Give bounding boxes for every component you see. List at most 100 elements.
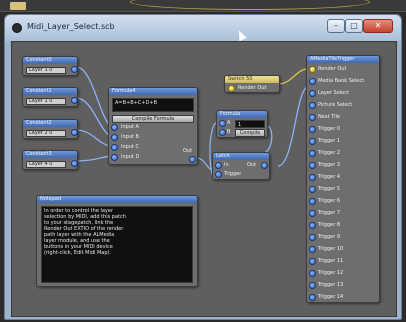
latch-trigger-label: Trigger: [224, 171, 242, 177]
latch-out-port[interactable]: [261, 162, 268, 169]
constant-output-port[interactable]: [71, 129, 78, 136]
input-b-port[interactable]: [111, 134, 118, 141]
trigger-port-label: Trigger 13: [318, 282, 344, 288]
trigger-node-title[interactable]: AMediaTileTrigger: [307, 56, 379, 63]
latch-in-port[interactable]: [215, 162, 222, 169]
notepad-line: (right-click, Edit Midi Map).: [44, 250, 112, 256]
trigger-port-label: Trigger 6: [318, 198, 341, 204]
constant-value-field[interactable]: Layer 1 0: [26, 67, 66, 74]
compile-button[interactable]: Compile: [235, 129, 265, 137]
trigger-port-label: Trigger 7: [318, 210, 341, 216]
formula-small-node[interactable]: Formula A 1 B Compile: [216, 110, 268, 138]
trigger-port-label: Layer Select: [318, 90, 349, 96]
constant-node[interactable]: Constant3 Layer 4 0: [22, 150, 78, 170]
window-title: Midi_Layer_Select.scb: [27, 22, 115, 31]
constant-value-field[interactable]: Layer 2 0: [26, 130, 66, 137]
trigger-port-label: Picture Select: [318, 102, 353, 108]
constant-node-title[interactable]: Constant0: [23, 57, 77, 64]
formula-out-label: Out: [183, 148, 193, 154]
notepad-node[interactable]: Notepad In order to control the layer se…: [36, 195, 198, 287]
input-a-label: A: [227, 120, 231, 126]
formula-output-port[interactable]: [189, 156, 196, 163]
trigger-port[interactable]: [309, 186, 316, 193]
wire-constant3: [75, 155, 111, 162]
formula-small-title[interactable]: Formula: [217, 111, 267, 118]
background-strip: [0, 0, 406, 12]
trigger-port[interactable]: [309, 90, 316, 97]
trigger-port-label: Trigger 10: [318, 246, 344, 252]
formula-node-title[interactable]: Formula4: [109, 88, 197, 95]
constant-node-title[interactable]: Constant2: [23, 120, 77, 127]
trigger-port-label: Render Out: [318, 66, 347, 72]
trigger-port-label: Trigger 5: [318, 186, 341, 192]
trigger-port[interactable]: [309, 66, 316, 73]
trigger-port-label: Trigger 8: [318, 222, 341, 228]
maximize-button[interactable]: □: [345, 19, 363, 33]
title-bar[interactable]: Midi_Layer_Select.scb – □ ✕: [5, 15, 401, 41]
trigger-port[interactable]: [309, 138, 316, 145]
trigger-port[interactable]: [309, 234, 316, 241]
trigger-port[interactable]: [309, 174, 316, 181]
switch-node-title[interactable]: Switch 50: [225, 76, 279, 83]
input-a-port[interactable]: [111, 124, 118, 131]
render-out-port[interactable]: [228, 85, 235, 92]
trigger-port[interactable]: [309, 114, 316, 121]
render-out-label: Render Out: [238, 85, 267, 91]
trigger-port[interactable]: [309, 198, 316, 205]
formula-expression-field[interactable]: A=B+B+C+D+B: [112, 98, 194, 112]
trigger-port[interactable]: [309, 222, 316, 229]
switch-node[interactable]: Switch 50 Render Out: [224, 75, 280, 93]
constant-node-title[interactable]: Constant3: [23, 151, 77, 158]
constant-node[interactable]: Constant1 Layer 1 0: [22, 87, 78, 107]
background-ring: [130, 0, 370, 10]
input-d-label: Input D: [121, 154, 140, 160]
wire-constant0: [75, 66, 111, 127]
trigger-port-label: Media Bank Select: [318, 78, 365, 84]
app-icon: [12, 23, 22, 33]
compile-formula-button[interactable]: Compile Formula: [112, 115, 194, 123]
patch-window: Midi_Layer_Select.scb – □ ✕ Constant0 La…: [4, 14, 402, 320]
input-a-port[interactable]: [219, 120, 226, 127]
latch-trigger-port[interactable]: [215, 171, 222, 178]
trigger-port[interactable]: [309, 150, 316, 157]
notepad-node-title[interactable]: Notepad: [37, 196, 197, 203]
minimize-button[interactable]: –: [327, 19, 345, 33]
constant-output-port[interactable]: [71, 66, 78, 73]
trigger-node[interactable]: AMediaTileTrigger Render Out Media Bank …: [306, 55, 380, 303]
input-d-port[interactable]: [111, 154, 118, 161]
trigger-port-label: Trigger 12: [318, 270, 344, 276]
trigger-port[interactable]: [309, 102, 316, 109]
constant-value-field[interactable]: Layer 1 0: [26, 98, 66, 105]
notepad-text-area[interactable]: In order to control the layer selection …: [41, 206, 193, 283]
formula-small-value-field[interactable]: 1: [235, 120, 265, 128]
input-b-label: B: [227, 129, 231, 135]
trigger-port[interactable]: [309, 78, 316, 85]
patch-canvas[interactable]: Constant0 Layer 1 0 Constant1 Layer 1 0 …: [11, 41, 397, 317]
trigger-port[interactable]: [309, 246, 316, 253]
input-b-port[interactable]: [219, 129, 226, 136]
formula-node[interactable]: Formula4 A=B+B+C+D+B Compile Formula Inp…: [108, 87, 198, 165]
latch-node-title[interactable]: Latch: [213, 153, 269, 160]
latch-node[interactable]: Latch In Out Trigger: [212, 152, 270, 180]
trigger-port-label: Trigger 1: [318, 138, 341, 144]
trigger-port[interactable]: [309, 210, 316, 217]
input-b-label: Input B: [121, 134, 139, 140]
trigger-port[interactable]: [309, 162, 316, 169]
constant-output-port[interactable]: [71, 97, 78, 104]
constant-node-title[interactable]: Constant1: [23, 88, 77, 95]
constant-output-port[interactable]: [71, 160, 78, 167]
trigger-port[interactable]: [309, 294, 316, 301]
trigger-port[interactable]: [309, 270, 316, 277]
wire-constant2: [75, 129, 111, 147]
input-c-label: Input C: [121, 144, 140, 150]
trigger-port[interactable]: [309, 282, 316, 289]
trigger-port[interactable]: [309, 126, 316, 133]
trigger-port-label: Next Tile: [318, 114, 340, 120]
close-button[interactable]: ✕: [363, 19, 393, 33]
input-c-port[interactable]: [111, 144, 118, 151]
constant-value-field[interactable]: Layer 4 0: [26, 161, 66, 168]
trigger-port[interactable]: [309, 258, 316, 265]
constant-node[interactable]: Constant0 Layer 1 0: [22, 56, 78, 76]
trigger-port-label: Trigger 11: [318, 258, 344, 264]
constant-node[interactable]: Constant2 Layer 2 0: [22, 119, 78, 139]
